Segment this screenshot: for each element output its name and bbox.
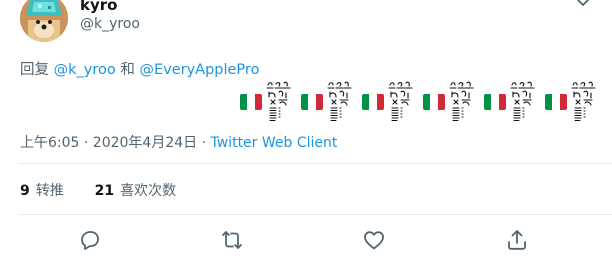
retweets-count: 9 <box>20 183 30 199</box>
emoji-unit <box>545 80 600 124</box>
reply-conjunction: 和 <box>120 62 135 78</box>
like-icon <box>364 231 384 250</box>
emoji-unit <box>240 80 295 124</box>
italy-flag-emoji <box>423 94 445 110</box>
scribble-ascii-art <box>327 81 352 122</box>
timestamp-link[interactable]: 上午6:05 · 2020年4月24日 <box>20 135 197 151</box>
retweet-button[interactable] <box>220 228 244 252</box>
italy-flag-emoji <box>545 94 567 110</box>
source-link[interactable]: Twitter Web Client <box>211 135 338 151</box>
avatar-image <box>20 0 68 42</box>
tweet-text <box>240 80 600 124</box>
chevron-down-icon[interactable] <box>576 0 590 9</box>
share-icon <box>508 230 526 250</box>
scribble-ascii-art <box>388 81 413 122</box>
emoji-unit <box>362 80 417 124</box>
retweets-stat[interactable]: 9 转推 <box>20 183 64 199</box>
reply-context: 回复 @k_yroo 和 @EveryApplePro <box>20 58 259 79</box>
like-button[interactable] <box>362 228 386 252</box>
italy-flag-emoji <box>240 94 262 110</box>
avatar[interactable] <box>20 0 68 42</box>
author-display-name[interactable]: kyro <box>80 0 117 14</box>
scribble-ascii-art <box>449 81 474 122</box>
retweet-icon <box>222 231 242 249</box>
likes-stat[interactable]: 21 喜欢次数 <box>95 183 176 199</box>
mention-link[interactable]: @k_yroo <box>54 62 116 78</box>
italy-flag-emoji <box>301 94 323 110</box>
italy-flag-emoji <box>362 94 384 110</box>
divider <box>18 163 612 164</box>
retweets-label: 转推 <box>35 183 64 199</box>
author-handle[interactable]: @k_yroo <box>80 16 140 32</box>
emoji-unit <box>484 80 539 124</box>
italy-flag-emoji <box>484 94 506 110</box>
meta-separator: · <box>197 135 211 151</box>
likes-count: 21 <box>94 183 115 199</box>
share-button[interactable] <box>505 228 529 252</box>
emoji-unit <box>423 80 478 124</box>
scribble-ascii-art <box>266 81 291 122</box>
emoji-unit <box>301 80 356 124</box>
mention-link[interactable]: @EveryApplePro <box>139 62 259 78</box>
scribble-ascii-art <box>510 81 535 122</box>
scribble-ascii-art <box>571 81 596 122</box>
tweet-stats: 9 转推 21 喜欢次数 <box>20 180 176 200</box>
reply-button[interactable] <box>78 228 102 252</box>
divider <box>18 214 612 215</box>
reply-icon <box>81 231 99 250</box>
tweet-meta: 上午6:05 · 2020年4月24日 · Twitter Web Client <box>20 132 337 152</box>
reply-prefix: 回复 <box>20 62 49 78</box>
likes-label: 喜欢次数 <box>120 183 177 199</box>
